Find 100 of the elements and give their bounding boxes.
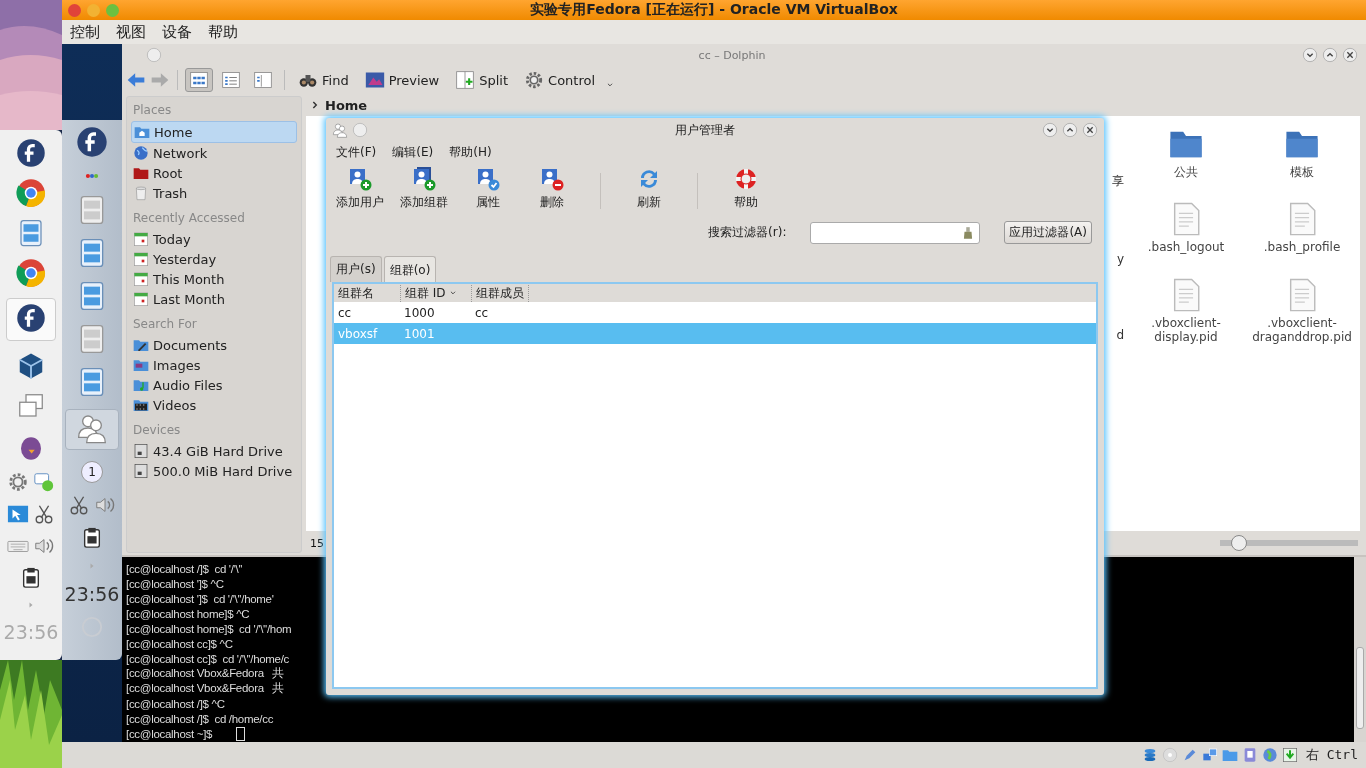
table-row[interactable]: cc 1000 cc [334,302,1096,323]
folder-icon [133,165,149,181]
place-item[interactable]: 43.4 GiB Hard Drive [131,441,297,461]
folder-icon [133,337,149,353]
section-heading: Devices [132,422,182,439]
device-icon[interactable] [20,567,42,589]
file-item[interactable]: 模板 [1244,126,1360,202]
toolbar-button[interactable]: 属性 [458,167,518,211]
calendar-icon [133,231,149,247]
column-header[interactable]: 组群成员 [472,284,529,302]
place-item[interactable]: Documents [131,335,297,355]
folder-icon[interactable] [1221,747,1238,763]
logo-icon[interactable] [16,138,46,168]
toolbar-button[interactable]: Preview [358,70,446,90]
maximize-icon[interactable] [1062,122,1078,138]
user-check-icon [476,167,500,191]
window-menu-icon[interactable] [352,122,368,138]
slider-thumb[interactable] [1231,535,1248,551]
trash-icon [133,185,149,201]
globe-icon[interactable] [1261,747,1278,763]
menu-item[interactable]: 编辑(E) [392,144,434,161]
menu-item[interactable]: 控制 [70,22,100,42]
column-header[interactable]: 组群名 [334,284,401,302]
browser-icon[interactable] [16,258,46,288]
add-user-icon [348,167,372,191]
device-icon[interactable] [81,527,103,549]
toolbar-button[interactable]: Control [518,70,602,90]
terminal-line: [cc@localhost /]$ ^C [126,697,225,710]
field-label: 搜索过滤器(r): [708,224,787,241]
window-title: 实验专用Fedora [正在运行] - Oracle VM VirtualBox [529,1,899,19]
pointer-icon[interactable] [7,503,29,525]
scissors-icon[interactable] [33,503,55,525]
window-menu-icon[interactable] [146,47,162,63]
menu-item[interactable]: 帮助(H) [449,144,492,161]
breadcrumb[interactable]: Home [325,97,368,113]
network-icon[interactable] [1201,747,1218,763]
place-item[interactable]: Home [131,121,297,143]
close-button[interactable] [68,3,81,17]
minimize-icon[interactable] [1302,47,1318,63]
apply-filter-button[interactable]: 应用过滤器(A) [1004,221,1092,244]
place-item[interactable]: Yesterday [131,249,297,269]
column-header[interactable]: 组群 ID [401,284,472,302]
tab[interactable]: 用户(s) [330,256,382,282]
table-cell-text: vboxsf [337,326,379,341]
place-item[interactable]: Audio Files [131,375,297,395]
scrollbar[interactable] [1354,557,1366,742]
logo-icon[interactable] [76,126,108,158]
menu-item[interactable]: 视图 [116,22,146,42]
task-button[interactable] [6,298,56,341]
logo-icon [16,303,46,333]
maximize-icon[interactable] [1322,47,1338,63]
disc-icon[interactable] [1161,747,1178,763]
terminal-line: [cc@localhost ~]$ [126,727,213,740]
view-mode-button[interactable] [185,68,213,92]
close-icon[interactable] [1342,47,1358,63]
toolbar-button[interactable]: 帮助 [716,167,776,211]
lifebuoy-icon [734,167,758,191]
place-item[interactable]: Trash [131,183,297,203]
file-item[interactable]: .vboxclient-display.pid [1128,278,1244,354]
scissors-icon[interactable] [68,494,90,516]
chat-icon[interactable] [33,471,55,493]
minimize-icon[interactable] [1042,122,1058,138]
place-item[interactable]: Last Month [131,289,297,309]
toolbar-button[interactable]: 添加用户 [330,167,390,211]
terminal-line: [cc@localhost Vbox&Fedora 共 [126,666,285,681]
place-item[interactable]: Videos [131,395,297,415]
toolbar-button[interactable]: 删除 [522,167,582,211]
split-icon [455,70,476,90]
file-item[interactable]: .bash_profile [1244,202,1360,278]
place-item[interactable]: Today [131,229,297,249]
toolbar-button[interactable]: Split [449,70,515,90]
file-item[interactable]: .vboxclient-draganddrop.pid [1244,278,1360,354]
browser-icon[interactable] [16,178,46,208]
place-item[interactable]: Images [131,355,297,375]
film-icon [133,397,149,413]
menu-item[interactable]: 帮助 [208,22,238,42]
search-field[interactable] [810,221,981,244]
toolbar-button[interactable]: 刷新 [619,167,679,211]
cube-icon[interactable] [16,351,46,381]
place-item[interactable]: 500.0 MiB Hard Drive [131,461,297,481]
menu-item[interactable]: 设备 [162,22,192,42]
tab[interactable]: 组群(o) [383,256,437,282]
file-item[interactable]: .bash_logout [1128,202,1244,278]
close-icon[interactable] [1082,122,1098,138]
place-item[interactable]: This Month [131,269,297,289]
menu-item[interactable]: 文件(F) [336,144,377,161]
place-item[interactable]: Root [131,163,297,183]
table-cell-text: cc [337,305,353,320]
toolbar-button[interactable]: 添加组群 [394,167,454,211]
window-title: cc – Dolphin [697,48,767,62]
toolbar-button[interactable]: Find [292,70,355,90]
terminal-line: [cc@localhost home]$ cd '/'\''/hom [126,622,292,635]
window-title: 用户管理者 [674,121,736,139]
pager-button[interactable]: 1 [81,461,103,483]
clock: 23:56 [64,583,120,605]
settings-icon[interactable] [7,471,29,493]
download-icon[interactable] [1281,747,1298,763]
place-item[interactable]: Network [131,143,297,163]
calendar-icon [133,291,149,307]
file-item[interactable]: 公共 [1128,126,1244,202]
